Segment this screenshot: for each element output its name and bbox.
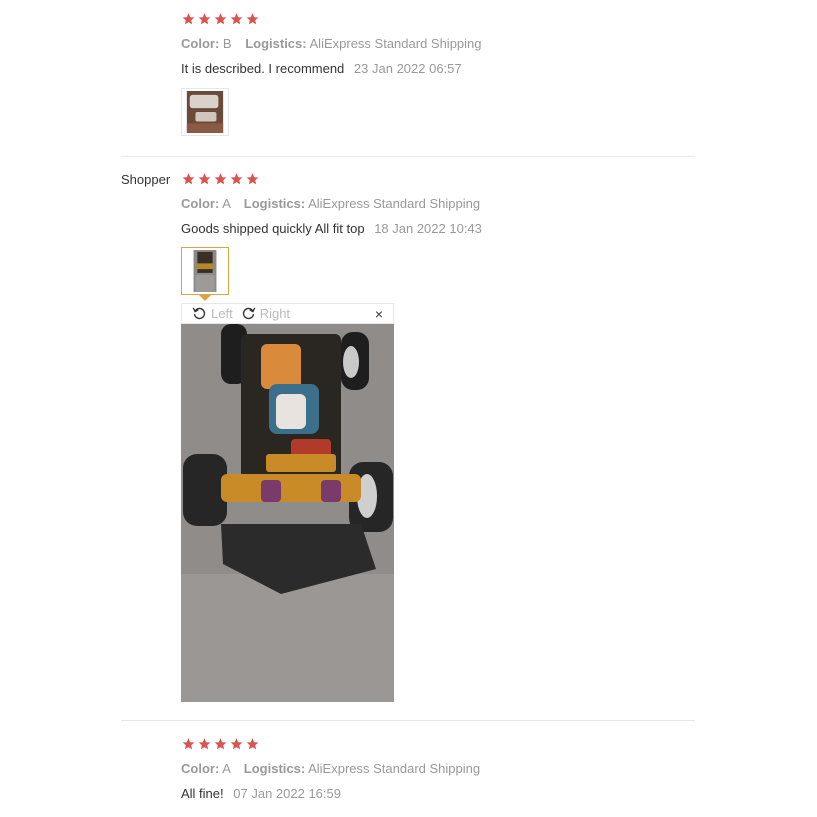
review-meta: Color: A Logistics: AliExpress Standard … — [181, 761, 480, 776]
review-content: Color: A Logistics: AliExpress Standard … — [181, 172, 695, 301]
color-label: Color: — [181, 196, 220, 211]
rotate-right-label: Right — [259, 306, 291, 321]
review-divider — [121, 156, 695, 157]
rotate-right-icon — [242, 307, 256, 320]
star-icon — [182, 173, 195, 185]
review-date: 18 Jan 2022 10:43 — [374, 221, 482, 236]
star-icon — [230, 173, 243, 185]
color-value: A — [222, 761, 231, 776]
star-icon — [198, 738, 211, 750]
review-body: All fine! — [181, 786, 224, 801]
review-text: It is described. I recommend 23 Jan 2022… — [181, 61, 462, 76]
review-photo-thumbnail[interactable] — [181, 88, 229, 136]
review-photo-thumbnail-active[interactable] — [181, 247, 229, 295]
logistics-label: Logistics: — [243, 761, 306, 776]
star-icon — [246, 738, 259, 750]
rating-stars — [181, 172, 695, 188]
star-icon — [182, 738, 195, 750]
thumbnail-pointer — [199, 295, 211, 301]
review-text: All fine! 07 Jan 2022 16:59 — [181, 786, 341, 801]
logistics-value: AliExpress Standard Shipping — [308, 196, 481, 211]
photo-thumbnail-image — [193, 250, 217, 292]
review-meta: Color: A Logistics: AliExpress Standard … — [181, 196, 480, 211]
rotate-left-label: Left — [211, 306, 233, 321]
star-icon — [230, 13, 243, 25]
rating-stars — [181, 737, 695, 753]
rotate-left-icon — [192, 307, 206, 320]
review-date: 07 Jan 2022 16:59 — [233, 786, 341, 801]
star-icon — [198, 13, 211, 25]
logistics-label: Logistics: — [245, 36, 307, 51]
rating-stars — [181, 12, 695, 28]
review-divider — [121, 720, 695, 721]
star-icon — [214, 173, 227, 185]
rotate-left-button[interactable]: Left — [192, 306, 233, 321]
photo-viewer-toolbar: Left Right × — [181, 303, 394, 324]
review-content: Color: A Logistics: AliExpress Standard … — [181, 737, 695, 801]
star-icon — [214, 13, 227, 25]
review-author: Shopper — [121, 172, 171, 187]
review-text: Goods shipped quickly All fit top 18 Jan… — [181, 221, 482, 236]
review-date: 23 Jan 2022 06:57 — [353, 61, 462, 76]
star-icon — [246, 173, 259, 185]
review-body: It is described. I recommend — [181, 61, 345, 76]
color-label: Color: — [181, 761, 220, 776]
review-body: Goods shipped quickly All fit top — [181, 221, 365, 236]
photo-viewer: Left Right × — [181, 303, 394, 702]
logistics-value: AliExpress Standard Shipping — [308, 761, 481, 776]
star-icon — [198, 173, 211, 185]
review-item: Color: B Logistics: AliExpress Standard … — [121, 12, 695, 152]
star-icon — [182, 13, 195, 25]
logistics-label: Logistics: — [243, 196, 306, 211]
review-photo-large — [181, 324, 394, 702]
color-value: B — [222, 36, 232, 51]
rotate-right-button[interactable]: Right — [241, 306, 290, 321]
logistics-value: AliExpress Standard Shipping — [309, 36, 482, 51]
close-icon[interactable]: × — [375, 306, 383, 322]
star-icon — [246, 13, 259, 25]
review-item: Color: A Logistics: AliExpress Standard … — [121, 737, 695, 817]
review-content: Color: B Logistics: AliExpress Standard … — [181, 12, 695, 136]
review-meta: Color: B Logistics: AliExpress Standard … — [181, 36, 482, 51]
photo-thumbnail-image — [186, 91, 224, 133]
star-icon — [214, 738, 227, 750]
star-icon — [230, 738, 243, 750]
color-label: Color: — [181, 36, 220, 51]
color-value: A — [222, 196, 231, 211]
